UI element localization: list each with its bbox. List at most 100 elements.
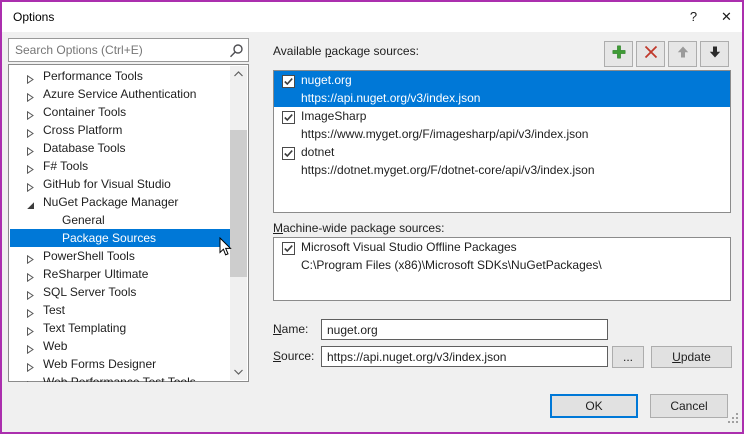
tree-item-powershell-tools[interactable]: PowerShell Tools <box>10 247 232 265</box>
package-source-url: https://dotnet.myget.org/F/dotnet-core/a… <box>301 161 728 179</box>
tree-item-label: General <box>62 211 105 229</box>
collapsed-arrow-icon[interactable] <box>26 251 35 260</box>
tree-item-label: Text Templating <box>43 319 126 337</box>
tree-item-sql-server-tools[interactable]: SQL Server Tools <box>10 283 232 301</box>
collapsed-arrow-icon[interactable] <box>26 125 35 134</box>
tree-item-label: Web Forms Designer <box>43 355 156 373</box>
collapsed-arrow-icon[interactable] <box>26 161 35 170</box>
tree-item-label: F# Tools <box>43 157 88 175</box>
scroll-down-icon[interactable] <box>230 364 247 380</box>
tree-item-performance-tools[interactable]: Performance Tools <box>10 67 232 85</box>
checkbox-checked[interactable] <box>282 111 295 124</box>
collapsed-arrow-icon[interactable] <box>26 305 35 314</box>
tree-scrollbar[interactable] <box>230 66 247 380</box>
tree-item-web-performance-test-tools[interactable]: Web Performance Test Tools <box>10 373 232 382</box>
checkbox-checked[interactable] <box>282 242 295 255</box>
remove-x-icon <box>643 44 659 65</box>
tree-item-label: GitHub for Visual Studio <box>43 175 171 193</box>
arrow-down-icon <box>708 45 722 64</box>
add-source-button[interactable] <box>604 41 633 67</box>
package-source-url: https://api.nuget.org/v3/index.json <box>301 89 728 107</box>
tree-item-label: Test <box>43 301 65 319</box>
name-field[interactable] <box>321 319 608 340</box>
tree-item-package-sources[interactable]: Package Sources <box>10 229 232 247</box>
close-button[interactable]: ✕ <box>711 2 742 32</box>
tree-item-database-tools[interactable]: Database Tools <box>10 139 232 157</box>
collapsed-arrow-icon[interactable] <box>26 341 35 350</box>
scrollbar-thumb[interactable] <box>230 130 247 277</box>
collapsed-arrow-icon[interactable] <box>26 179 35 188</box>
tree-item-label: NuGet Package Manager <box>43 193 178 211</box>
help-button[interactable]: ? <box>678 2 709 32</box>
package-source-url: https://www.myget.org/F/imagesharp/api/v… <box>301 125 728 143</box>
tree-item-web[interactable]: Web <box>10 337 232 355</box>
package-source-name: dotnet <box>301 143 728 161</box>
expanded-arrow-icon[interactable] <box>26 197 35 206</box>
tree-item-nuget-package-manager[interactable]: NuGet Package Manager <box>10 193 232 211</box>
tree-item-label: Package Sources <box>62 229 156 247</box>
scroll-up-icon[interactable] <box>230 66 247 82</box>
package-source-url: C:\Program Files (x86)\Microsoft SDKs\Nu… <box>301 256 728 274</box>
checkbox-checked[interactable] <box>282 75 295 88</box>
browse-button[interactable]: ... <box>612 346 644 368</box>
cancel-button[interactable]: Cancel <box>650 394 728 418</box>
search-icon[interactable] <box>228 43 244 64</box>
machine-sources-list: Microsoft Visual Studio Offline Packages… <box>273 237 731 301</box>
tree-item-label: Container Tools <box>43 103 126 121</box>
source-field[interactable] <box>321 346 608 367</box>
plus-icon <box>611 44 627 65</box>
tree-item-resharper-ultimate[interactable]: ReSharper Ultimate <box>10 265 232 283</box>
tree-item-label: Azure Service Authentication <box>43 85 196 103</box>
options-tree-rows: Performance ToolsAzure Service Authentic… <box>10 66 232 382</box>
tree-item-general[interactable]: General <box>10 211 232 229</box>
tree-item-text-templating[interactable]: Text Templating <box>10 319 232 337</box>
name-label: Name: <box>273 319 308 340</box>
tree-item-label: SQL Server Tools <box>43 283 136 301</box>
search-box <box>8 38 249 62</box>
update-button[interactable]: Update <box>651 346 732 368</box>
resize-grip-icon[interactable] <box>727 411 739 429</box>
tree-item-label: Database Tools <box>43 139 126 157</box>
ok-button[interactable]: OK <box>550 394 638 418</box>
arrow-up-icon <box>676 45 690 64</box>
checkbox-checked[interactable] <box>282 147 295 160</box>
options-tree: Performance ToolsAzure Service Authentic… <box>8 64 249 382</box>
tree-item-label: Web <box>43 337 67 355</box>
collapsed-arrow-icon[interactable] <box>26 323 35 332</box>
package-source-texts: dotnethttps://dotnet.myget.org/F/dotnet-… <box>301 143 728 179</box>
tree-item-azure-service-authentication[interactable]: Azure Service Authentication <box>10 85 232 103</box>
collapsed-arrow-icon[interactable] <box>26 71 35 80</box>
title-bar[interactable]: Options ? ✕ <box>2 2 742 32</box>
options-dialog: Options ? ✕ Performance ToolsAzure Servi… <box>0 0 744 434</box>
collapsed-arrow-icon[interactable] <box>26 359 35 368</box>
package-source-name: Microsoft Visual Studio Offline Packages <box>301 238 728 256</box>
tree-item-label: PowerShell Tools <box>43 247 135 265</box>
dialog-title: Options <box>13 2 54 32</box>
tree-item-f-tools[interactable]: F# Tools <box>10 157 232 175</box>
collapsed-arrow-icon[interactable] <box>26 377 35 382</box>
machine-sources-label: Machine-wide package sources: <box>273 221 444 235</box>
package-source-row[interactable]: dotnethttps://dotnet.myget.org/F/dotnet-… <box>274 143 730 179</box>
search-input[interactable] <box>9 39 227 61</box>
collapsed-arrow-icon[interactable] <box>26 107 35 116</box>
remove-source-button[interactable] <box>636 41 665 67</box>
tree-item-test[interactable]: Test <box>10 301 232 319</box>
collapsed-arrow-icon[interactable] <box>26 269 35 278</box>
collapsed-arrow-icon[interactable] <box>26 89 35 98</box>
available-sources-label: Available package sources: <box>273 44 419 58</box>
tree-item-github-for-visual-studio[interactable]: GitHub for Visual Studio <box>10 175 232 193</box>
available-sources-list: nuget.orghttps://api.nuget.org/v3/index.… <box>273 70 731 213</box>
tree-item-label: Cross Platform <box>43 121 122 139</box>
tree-item-web-forms-designer[interactable]: Web Forms Designer <box>10 355 232 373</box>
tree-item-container-tools[interactable]: Container Tools <box>10 103 232 121</box>
collapsed-arrow-icon[interactable] <box>26 287 35 296</box>
move-down-button[interactable] <box>700 41 729 67</box>
package-source-texts: ImageSharphttps://www.myget.org/F/images… <box>301 107 728 143</box>
package-source-row[interactable]: Microsoft Visual Studio Offline Packages… <box>274 238 730 274</box>
move-up-button[interactable] <box>668 41 697 67</box>
package-source-row[interactable]: ImageSharphttps://www.myget.org/F/images… <box>274 107 730 143</box>
tree-item-label: Performance Tools <box>43 67 143 85</box>
tree-item-cross-platform[interactable]: Cross Platform <box>10 121 232 139</box>
collapsed-arrow-icon[interactable] <box>26 143 35 152</box>
package-source-row[interactable]: nuget.orghttps://api.nuget.org/v3/index.… <box>274 71 730 107</box>
